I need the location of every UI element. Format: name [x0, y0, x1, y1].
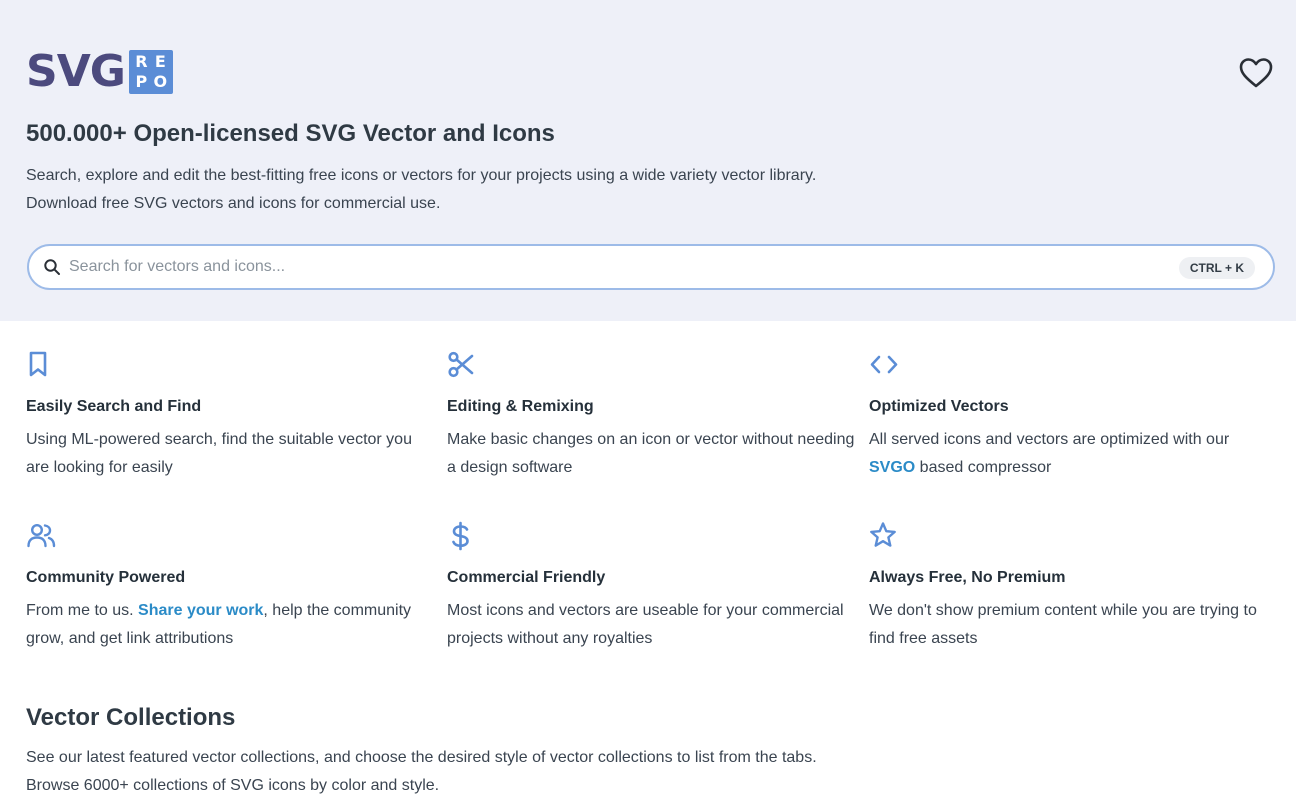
- feature-community: Community Powered From me to us. Share y…: [26, 521, 436, 647]
- star-icon: [870, 522, 896, 547]
- feature-title: Easily Search and Find: [26, 398, 202, 415]
- feature-desc-text: based compressor: [915, 459, 1052, 476]
- feature-title: Commercial Friendly: [447, 569, 606, 586]
- logo-badge-letter: P: [135, 72, 148, 91]
- svgrepo-logo[interactable]: SVG R E P O: [26, 50, 173, 94]
- collections-title: Vector Collections: [26, 704, 236, 731]
- feature-editing: Editing & Remixing Make basic changes on…: [447, 350, 857, 476]
- feature-description: All served icons and vectors are optimiz…: [869, 426, 1279, 482]
- search-bar[interactable]: CTRL + K: [27, 244, 1275, 290]
- feature-desc-text: From me to us.: [26, 602, 139, 619]
- feature-description: Most icons and vectors are useable for y…: [447, 602, 844, 647]
- keyboard-shortcut-badge: CTRL + K: [1178, 257, 1255, 279]
- favorites-heart-icon[interactable]: [1238, 56, 1274, 90]
- feature-description: We don't show premium content while you …: [869, 602, 1257, 647]
- search-icon: [44, 259, 60, 275]
- feature-title: Always Free, No Premium: [869, 569, 1066, 586]
- dollar-icon: [452, 521, 469, 551]
- logo-badge-letter: O: [153, 72, 168, 91]
- svgo-link[interactable]: SVGO: [869, 459, 915, 476]
- bookmark-icon: [29, 351, 47, 377]
- logo-wordmark: SVG: [26, 46, 126, 97]
- hero-section: SVG R E P O 500.000+ Open-licensed SVG V…: [0, 0, 1296, 321]
- collections-description: See our latest featured vector collectio…: [26, 744, 817, 800]
- users-icon: [27, 523, 56, 548]
- page-title: 500.000+ Open-licensed SVG Vector and Ic…: [26, 120, 555, 147]
- collections-desc-line: Browse 6000+ collections of SVG icons by…: [26, 777, 440, 794]
- code-icon: [870, 355, 898, 374]
- feature-search: Easily Search and Find Using ML-powered …: [26, 350, 436, 476]
- feature-commercial: Commercial Friendly Most icons and vecto…: [447, 521, 857, 647]
- logo-badge: R E P O: [128, 50, 173, 94]
- scissors-icon: [448, 351, 474, 378]
- feature-description: Using ML-powered search, find the suitab…: [26, 431, 412, 476]
- logo-badge-letter: E: [154, 52, 166, 71]
- feature-description: From me to us. Share your work, help the…: [26, 597, 436, 653]
- feature-free: Always Free, No Premium We don't show pr…: [869, 521, 1279, 647]
- feature-title: Optimized Vectors: [869, 398, 1009, 415]
- feature-title: Community Powered: [26, 569, 186, 586]
- hero-description: Search, explore and edit the best-fittin…: [26, 162, 816, 218]
- hero-desc-line: Search, explore and edit the best-fittin…: [26, 167, 817, 184]
- hero-desc-line: Download free SVG vectors and icons for …: [26, 195, 441, 212]
- feature-title: Editing & Remixing: [447, 398, 594, 415]
- share-your-work-link[interactable]: Share your work: [138, 602, 263, 619]
- feature-optimized: Optimized Vectors All served icons and v…: [869, 350, 1279, 476]
- feature-description: Make basic changes on an icon or vector …: [447, 431, 855, 476]
- logo-badge-letter: R: [135, 52, 148, 71]
- feature-desc-text: All served icons and vectors are optimiz…: [869, 431, 1230, 448]
- collections-desc-line: See our latest featured vector collectio…: [26, 749, 817, 766]
- search-input[interactable]: [69, 254, 1169, 280]
